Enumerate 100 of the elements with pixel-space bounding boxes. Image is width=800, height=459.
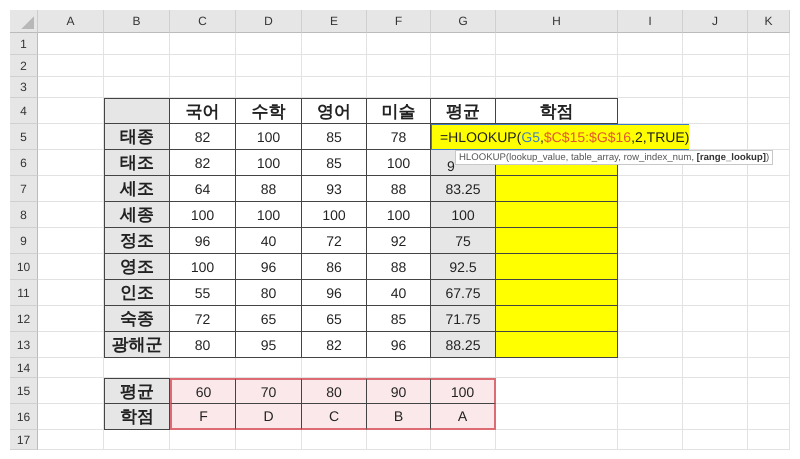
empty-cell (683, 228, 748, 254)
table-cell: 100 (170, 254, 236, 280)
row-header[interactable]: 14 (10, 358, 38, 378)
empty-cell (367, 430, 431, 450)
empty-cell (104, 98, 170, 124)
empty-cell (236, 77, 302, 98)
table-cell: 85 (302, 150, 367, 176)
row-header[interactable]: 12 (10, 306, 38, 332)
row-header[interactable]: 5 (10, 124, 38, 150)
empty-cell (618, 33, 683, 55)
empty-cell (302, 77, 367, 98)
row-header[interactable]: 17 (10, 430, 38, 450)
row-header[interactable]: 16 (10, 404, 38, 430)
table-cell: C (302, 404, 367, 430)
row-label: 태조 (104, 150, 170, 176)
column-header[interactable]: I (618, 10, 683, 33)
formula-field[interactable]: =HLOOKUP(G5,$C$15:$G$16,2,TRUE) (431, 124, 690, 150)
table-cell: 100 (236, 124, 302, 150)
empty-cell (748, 378, 790, 404)
column-heading: 미술 (367, 98, 431, 124)
empty-cell (618, 430, 683, 450)
row-label: 평균 (104, 378, 170, 404)
row-label: 세조 (104, 176, 170, 202)
row-label: 학점 (104, 404, 170, 430)
row-header[interactable]: 3 (10, 77, 38, 98)
column-header[interactable]: K (748, 10, 790, 33)
empty-cell (618, 404, 683, 430)
table-cell: 72 (302, 228, 367, 254)
table-cell: 80 (170, 332, 236, 358)
empty-cell (431, 430, 496, 450)
empty-cell (683, 33, 748, 55)
row-header[interactable]: 11 (10, 280, 38, 306)
empty-cell (748, 77, 790, 98)
row-header[interactable]: 9 (10, 228, 38, 254)
row-header[interactable]: 6 (10, 150, 38, 176)
table-cell: 88 (236, 176, 302, 202)
empty-cell (170, 77, 236, 98)
empty-cell (748, 306, 790, 332)
empty-cell (748, 280, 790, 306)
empty-cell (683, 332, 748, 358)
empty-cell (683, 358, 748, 378)
row-header[interactable]: 13 (10, 332, 38, 358)
row-header[interactable]: 1 (10, 33, 38, 55)
table-cell: 55 (170, 280, 236, 306)
table-cell: 71.75 (431, 306, 496, 332)
empty-cell (748, 176, 790, 202)
empty-cell (431, 55, 496, 77)
empty-cell (748, 124, 790, 150)
table-cell: 93 (302, 176, 367, 202)
empty-cell (683, 430, 748, 450)
empty-cell (748, 228, 790, 254)
empty-cell (748, 358, 790, 378)
column-header[interactable]: C (170, 10, 236, 33)
table-cell: 83.25 (431, 176, 496, 202)
empty-cell (104, 430, 170, 450)
table-cell: D (236, 404, 302, 430)
empty-cell (618, 358, 683, 378)
empty-cell (431, 33, 496, 55)
column-heading: 학점 (496, 98, 618, 124)
empty-cell (367, 55, 431, 77)
row-header[interactable]: 15 (10, 378, 38, 404)
row-label: 정조 (104, 228, 170, 254)
empty-cell (683, 404, 748, 430)
column-header[interactable]: B (104, 10, 170, 33)
empty-cell (683, 77, 748, 98)
table-cell: 82 (170, 124, 236, 150)
row-header[interactable]: 4 (10, 98, 38, 124)
row-label: 세종 (104, 202, 170, 228)
column-header[interactable]: G (431, 10, 496, 33)
table-cell: A (431, 404, 496, 430)
column-header[interactable]: E (302, 10, 367, 33)
empty-cell (683, 55, 748, 77)
empty-cell (302, 55, 367, 77)
table-cell: 82 (170, 150, 236, 176)
empty-cell (748, 332, 790, 358)
table-cell: 100 (431, 202, 496, 228)
table-cell: 96 (236, 254, 302, 280)
empty-cell (748, 430, 790, 450)
table-cell: 65 (302, 306, 367, 332)
row-header[interactable]: 7 (10, 176, 38, 202)
select-all-corner[interactable] (10, 10, 38, 33)
empty-cell (748, 55, 790, 77)
column-header[interactable]: H (496, 10, 618, 33)
empty-cell (683, 378, 748, 404)
table-cell: 100 (236, 202, 302, 228)
table-cell: 64 (170, 176, 236, 202)
column-header[interactable]: D (236, 10, 302, 33)
row-header[interactable]: 8 (10, 202, 38, 228)
empty-cell (683, 306, 748, 332)
column-header[interactable]: F (367, 10, 431, 33)
table-cell: 80 (236, 280, 302, 306)
table-cell: 96 (302, 280, 367, 306)
row-header[interactable]: 2 (10, 55, 38, 77)
empty-cell (683, 98, 748, 124)
column-header[interactable]: J (683, 10, 748, 33)
row-label: 영조 (104, 254, 170, 280)
column-header[interactable]: A (38, 10, 104, 33)
table-cell: 100 (236, 150, 302, 176)
row-header[interactable]: 10 (10, 254, 38, 280)
empty-cell (302, 33, 367, 55)
